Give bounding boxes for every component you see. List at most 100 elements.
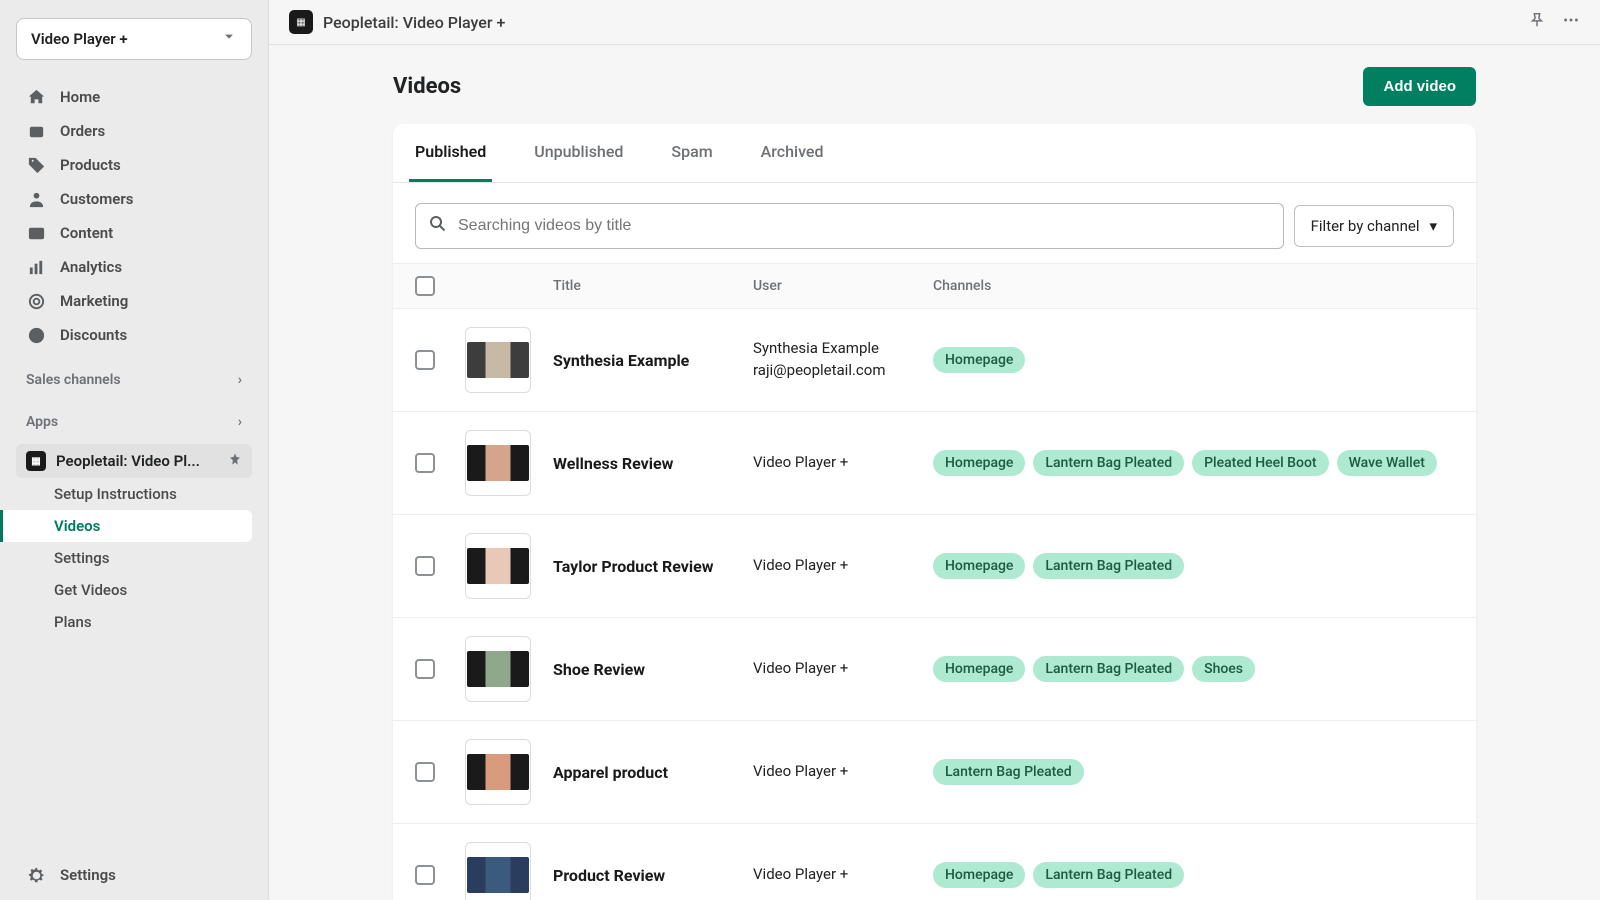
gear-icon (26, 865, 46, 885)
store-switcher[interactable]: Video Player + (16, 18, 252, 60)
discount-icon (26, 325, 46, 345)
video-thumbnail[interactable] (465, 842, 531, 900)
nav-discounts[interactable]: Discounts (16, 318, 252, 352)
nav-marketing[interactable]: Marketing (16, 284, 252, 318)
video-thumbnail[interactable] (465, 327, 531, 393)
video-title: Taylor Product Review (553, 557, 753, 576)
more-icon[interactable] (1562, 11, 1580, 33)
video-thumbnail[interactable] (465, 739, 531, 805)
videos-card: Published Unpublished Spam Archived Filt… (393, 124, 1476, 900)
col-title: Title (553, 278, 753, 294)
video-user: Video Player + (753, 864, 933, 886)
row-checkbox[interactable] (415, 865, 435, 885)
store-name: Video Player + (31, 30, 128, 48)
channel-chip[interactable]: Lantern Bag Pleated (1033, 450, 1184, 476)
channel-chip[interactable]: Lantern Bag Pleated (1033, 862, 1184, 888)
sub-videos[interactable]: Videos (0, 510, 252, 542)
video-title: Product Review (553, 866, 753, 885)
video-user: Video Player + (753, 452, 933, 474)
person-icon (26, 189, 46, 209)
video-user: Video Player + (753, 555, 933, 577)
video-title: Shoe Review (553, 660, 753, 679)
chevron-right-icon: › (238, 372, 242, 388)
channel-chip[interactable]: Lantern Bag Pleated (1033, 553, 1184, 579)
channel-chip[interactable]: Homepage (933, 553, 1025, 579)
sidebar: Video Player + Home Orders Products Cust… (0, 0, 268, 900)
channel-chip[interactable]: Lantern Bag Pleated (933, 759, 1084, 785)
col-channels: Channels (933, 278, 1454, 294)
app-icon: ▦ (289, 10, 313, 34)
apps-section[interactable]: Apps› (16, 404, 252, 436)
row-checkbox[interactable] (415, 556, 435, 576)
chevron-right-icon: › (238, 414, 242, 430)
row-checkbox[interactable] (415, 350, 435, 370)
tab-spam[interactable]: Spam (665, 124, 718, 182)
orders-icon (26, 121, 46, 141)
channel-chip[interactable]: Pleated Heel Boot (1192, 450, 1328, 476)
target-icon (26, 291, 46, 311)
nav-home[interactable]: Home (16, 80, 252, 114)
caret-down-icon: ▾ (1429, 217, 1437, 235)
video-thumbnail[interactable] (465, 430, 531, 496)
nav-customers[interactable]: Customers (16, 182, 252, 216)
main-area: ▦ Peopletail: Video Player + Videos Add … (268, 0, 1600, 900)
nav-settings-footer[interactable]: Settings (16, 858, 252, 892)
topbar-title: Peopletail: Video Player + (323, 13, 505, 32)
channel-chip[interactable]: Homepage (933, 656, 1025, 682)
nav-products[interactable]: Products (16, 148, 252, 182)
tag-icon (26, 155, 46, 175)
search-box[interactable] (415, 203, 1284, 249)
video-title: Synthesia Example (553, 351, 753, 370)
app-icon: ▦ (26, 451, 46, 471)
tab-unpublished[interactable]: Unpublished (528, 124, 629, 182)
table-row[interactable]: Taylor Product Review Video Player + Hom… (393, 515, 1476, 618)
table-row[interactable]: Synthesia Example Synthesia Exampleraji@… (393, 309, 1476, 412)
table-row[interactable]: Product Review Video Player + Homepage La… (393, 824, 1476, 900)
chevron-down-icon (221, 29, 237, 49)
row-checkbox[interactable] (415, 762, 435, 782)
analytics-icon (26, 257, 46, 277)
sidebar-app-peopletail[interactable]: ▦ Peopletail: Video Pl... (16, 444, 252, 478)
page-title: Videos (393, 74, 461, 99)
select-all-checkbox[interactable] (415, 276, 435, 296)
channel-chip[interactable]: Homepage (933, 862, 1025, 888)
sub-get-videos[interactable]: Get Videos (16, 574, 252, 606)
video-user: Video Player + (753, 761, 933, 783)
add-video-button[interactable]: Add video (1363, 67, 1476, 106)
video-user: Video Player + (753, 658, 933, 680)
row-checkbox[interactable] (415, 659, 435, 679)
nav-analytics[interactable]: Analytics (16, 250, 252, 284)
pin-icon[interactable] (228, 452, 242, 470)
video-title: Apparel product (553, 763, 753, 782)
filter-channel-button[interactable]: Filter by channel ▾ (1294, 205, 1454, 247)
channel-chip[interactable]: Shoes (1192, 656, 1255, 682)
pin-icon[interactable] (1528, 11, 1546, 33)
sub-setup[interactable]: Setup Instructions (16, 478, 252, 510)
content-icon (26, 223, 46, 243)
search-input[interactable] (458, 217, 1271, 235)
sub-plans[interactable]: Plans (16, 606, 252, 638)
video-title: Wellness Review (553, 454, 753, 473)
table-row[interactable]: Apparel product Video Player + Lantern B… (393, 721, 1476, 824)
table-header: Title User Channels (393, 263, 1476, 309)
col-user: User (753, 278, 933, 294)
home-icon (26, 87, 46, 107)
video-thumbnail[interactable] (465, 636, 531, 702)
search-icon (428, 214, 448, 238)
channel-chip[interactable]: Homepage (933, 450, 1025, 476)
channel-chip[interactable]: Homepage (933, 347, 1025, 373)
table-row[interactable]: Wellness Review Video Player + Homepage L… (393, 412, 1476, 515)
nav-content[interactable]: Content (16, 216, 252, 250)
video-thumbnail[interactable] (465, 533, 531, 599)
video-user: Synthesia Exampleraji@peopletail.com (753, 338, 933, 382)
table-row[interactable]: Shoe Review Video Player + Homepage Lante… (393, 618, 1476, 721)
channel-chip[interactable]: Lantern Bag Pleated (1033, 656, 1184, 682)
topbar: ▦ Peopletail: Video Player + (269, 0, 1600, 45)
sales-channels-section[interactable]: Sales channels› (16, 362, 252, 394)
tab-published[interactable]: Published (409, 124, 492, 182)
row-checkbox[interactable] (415, 453, 435, 473)
nav-orders[interactable]: Orders (16, 114, 252, 148)
sub-settings[interactable]: Settings (16, 542, 252, 574)
channel-chip[interactable]: Wave Wallet (1337, 450, 1437, 476)
tab-archived[interactable]: Archived (755, 124, 830, 182)
